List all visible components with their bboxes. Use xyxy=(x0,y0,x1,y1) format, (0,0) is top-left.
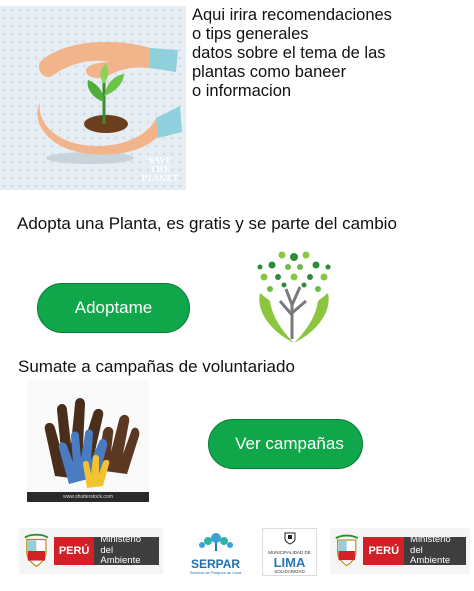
peru-coat-of-arms-icon xyxy=(335,534,359,567)
volunteer-heading: Sumate a campañas de voluntariado xyxy=(18,357,295,376)
peru-coat-of-arms-icon xyxy=(24,533,49,567)
lima-bottom-text: SOLIDARIDAD xyxy=(274,569,305,574)
hero-description: Aqui irira recomendaciones o tips genera… xyxy=(192,6,462,101)
volunteer-hands-image: www.shutterstock.com xyxy=(27,380,149,502)
lima-name: LIMA xyxy=(273,555,306,570)
ministry-label: Ministerio del Ambiente xyxy=(404,535,466,567)
hero-text-line: datos sobre el tema de las xyxy=(192,44,386,62)
ministerio-ambiente-logo: PERÚ Ministerio del Ambiente xyxy=(19,528,163,574)
adopt-heading: Adopta una Planta, es gratis y se parte … xyxy=(17,214,397,233)
view-campaigns-button[interactable]: Ver campañas xyxy=(208,419,363,469)
ministry-line2: del Ambiente xyxy=(410,544,451,567)
peru-label: PERÚ xyxy=(363,537,405,565)
adopt-button[interactable]: Adoptame xyxy=(37,283,190,333)
ministry-line2: del Ambiente xyxy=(100,544,141,567)
ministerio-ambiente-logo-2: PERÚ Ministerio del Ambiente xyxy=(330,528,470,574)
watermark-text: SAVE THE PLANET xyxy=(141,155,179,183)
hero-text-line: o informacion xyxy=(192,82,292,100)
serpar-tagline: Servicio de Parques de Lima xyxy=(189,570,242,575)
ministry-label: Ministerio del Ambiente xyxy=(94,535,159,567)
image-caption: www.shutterstock.com xyxy=(27,492,149,502)
serpar-logo: SERPAR Servicio de Parques de Lima xyxy=(185,528,246,576)
serpar-tree-icon xyxy=(198,533,233,551)
hero-text-line: o tips generales xyxy=(192,25,309,43)
hero-text-line: Aqui irira recomendaciones xyxy=(192,6,392,24)
serpar-name: SERPAR xyxy=(190,557,241,571)
tree-hands-logo xyxy=(250,245,338,345)
municipalidad-lima-logo: MUNICIPALIDAD DE LIMA SOLIDARIDAD xyxy=(262,528,317,576)
hero-text-line: plantas como baneer xyxy=(192,63,347,81)
peru-label: PERÚ xyxy=(53,537,95,565)
lima-crest-icon xyxy=(284,532,295,545)
save-the-planet-image: SAVE THE PLANET xyxy=(0,6,186,190)
